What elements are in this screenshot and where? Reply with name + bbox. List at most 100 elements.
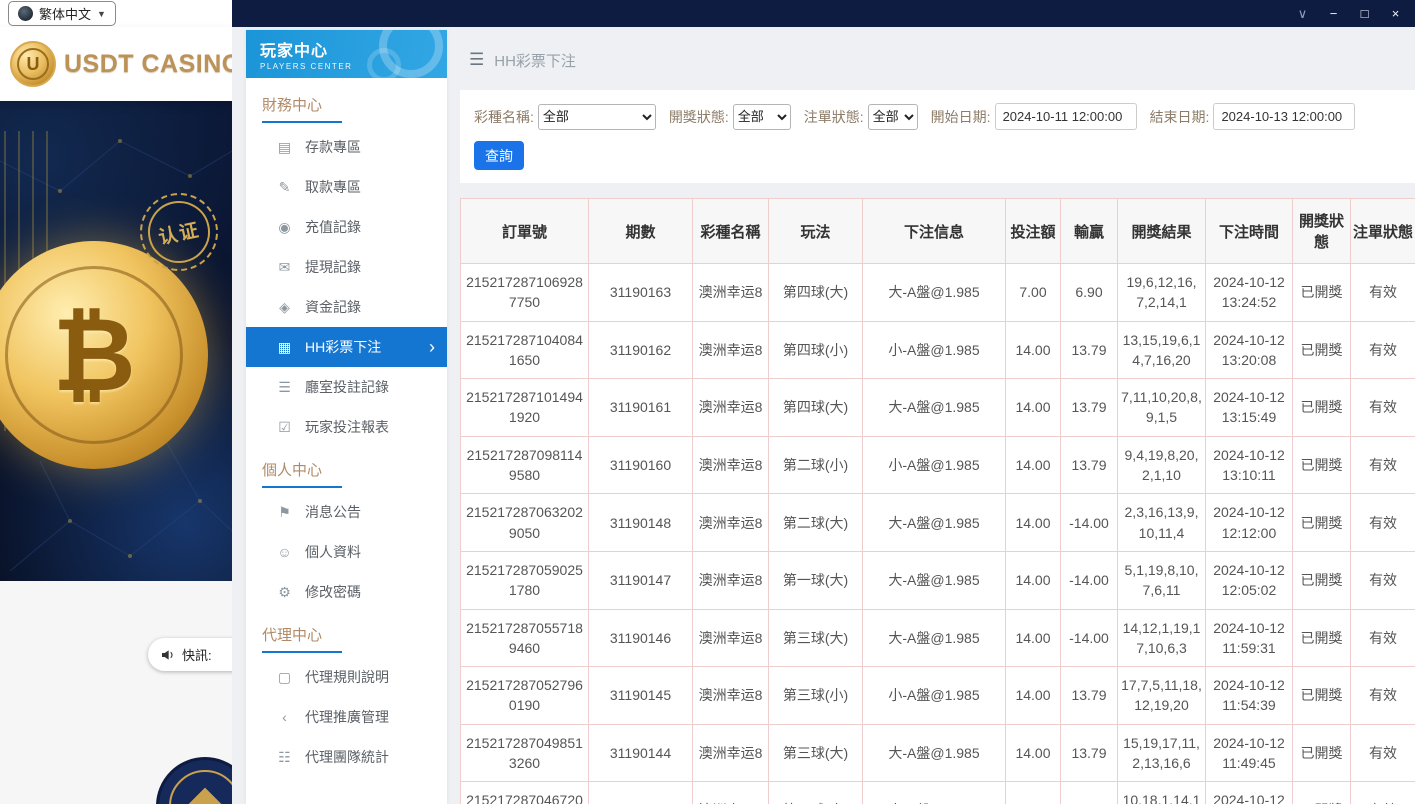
sidebar-item[interactable]: ☺個人資料	[246, 532, 447, 572]
screen: 繁体中文 ▼ U USDT CASINO	[0, 0, 1415, 804]
cell-win-loss: 13.79	[1061, 667, 1118, 725]
room-bet-record-icon: ☰	[276, 379, 293, 396]
cell-order-status: 有效	[1351, 609, 1415, 667]
cell-bet-amount: 14.00	[1006, 494, 1061, 552]
cell-order-status: 有效	[1351, 264, 1415, 322]
cell-draw-result: 19,6,12,16,7,2,14,1	[1118, 264, 1206, 322]
cell-draw-result: 2,3,16,13,9,10,11,4	[1118, 494, 1206, 552]
cell-bet-time: 2024-10-12 13:15:49	[1206, 379, 1293, 437]
caret-down-icon: ▼	[97, 9, 106, 19]
cell-period: 31190148	[589, 494, 693, 552]
window-maximize-icon[interactable]: □	[1349, 0, 1380, 27]
section-title: 代理中心	[246, 612, 447, 649]
cell-bet-info: 大-A盤@1.985	[863, 494, 1006, 552]
deposit-icon: ▤	[276, 139, 293, 156]
sidebar-item[interactable]: ☰廳室投註記錄	[246, 367, 447, 407]
cell-draw-status: 已開獎	[1293, 321, 1351, 379]
sidebar-item[interactable]: ☑玩家投注報表	[246, 407, 447, 447]
hamburger-menu-icon[interactable]: ☰	[469, 50, 484, 70]
lottery-bet-icon: ▦	[276, 339, 293, 356]
cell-period: 31190146	[589, 609, 693, 667]
cell-draw-status: 已開獎	[1293, 494, 1351, 552]
cell-lottery-name: 澳洲幸运8	[693, 782, 769, 804]
cell-period: 31190145	[589, 667, 693, 725]
sidebar-item[interactable]: ◉充值記錄	[246, 207, 447, 247]
password-icon: ⚙	[276, 584, 293, 601]
cell-win-loss: -14.00	[1061, 551, 1118, 609]
cell-period: 31190161	[589, 379, 693, 437]
cell-play-type: 第四球(大)	[769, 264, 863, 322]
lottery-name-select[interactable]: 全部	[538, 104, 656, 130]
table-row: 215217287055718946031190146澳洲幸运8第三球(大)大-…	[461, 609, 1415, 667]
sidebar-item[interactable]: ⚑消息公告	[246, 492, 447, 532]
draw-status-select[interactable]: 全部	[733, 104, 791, 130]
sidebar-item[interactable]: ◈資金記錄	[246, 287, 447, 327]
crest-badge-gem	[187, 788, 224, 804]
cell-bet-info: 大-A盤@1.985	[863, 264, 1006, 322]
table-body: 215217287106928775031190163澳洲幸运8第四球(大)大-…	[461, 264, 1415, 804]
cell-draw-status: 已開獎	[1293, 609, 1351, 667]
cell-lottery-name: 澳洲幸运8	[693, 551, 769, 609]
content-header: ☰ HH彩票下注	[460, 30, 1415, 90]
draw-status-label: 開獎狀態:	[669, 107, 729, 127]
table-row: 215217287052796019031190145澳洲幸运8第三球(小)小-…	[461, 667, 1415, 725]
sidebar-item-label: 代理規則說明	[305, 667, 389, 687]
order-status-select[interactable]: 全部	[868, 104, 918, 130]
cell-win-loss: 13.79	[1061, 782, 1118, 804]
cell-order-no: 2152172871069287750	[461, 264, 589, 322]
cell-win-loss: 13.79	[1061, 436, 1118, 494]
window-collapse-icon[interactable]: ∨	[1287, 0, 1318, 27]
cell-order-status: 有效	[1351, 782, 1415, 804]
column-header-bet-info: 下注信息	[863, 199, 1006, 264]
crest-badge-icon	[156, 757, 232, 804]
search-button[interactable]: 查詢	[474, 141, 524, 170]
cell-play-type: 第三球(小)	[769, 667, 863, 725]
sidebar-item-label: 消息公告	[305, 502, 361, 522]
table-row: 215217287101494192031190161澳洲幸运8第四球(大)大-…	[461, 379, 1415, 437]
brand-header: U USDT CASINO	[0, 27, 232, 101]
cell-bet-info: 小-A盤@1.985	[863, 321, 1006, 379]
sidebar-item[interactable]: ☷代理團隊統計	[246, 737, 447, 777]
news-ticker: 快訊:	[148, 638, 232, 671]
cell-order-status: 有效	[1351, 321, 1415, 379]
usdt-coin-logo-icon: U	[10, 41, 56, 87]
cell-draw-result: 5,1,19,8,10,7,6,11	[1118, 551, 1206, 609]
cell-bet-time: 2024-10-12 13:20:08	[1206, 321, 1293, 379]
column-header-win-loss: 輸贏	[1061, 199, 1118, 264]
cell-lottery-name: 澳洲幸运8	[693, 264, 769, 322]
cell-bet-time: 2024-10-12 13:10:11	[1206, 436, 1293, 494]
section-underline	[262, 121, 342, 123]
table-row: 215217287049851326031190144澳洲幸运8第三球(大)大-…	[461, 724, 1415, 782]
sidebar-item[interactable]: ✎取款專區	[246, 167, 447, 207]
sidebar-item[interactable]: ▦HH彩票下注›	[246, 327, 447, 367]
withdrawal-record-icon: ✉	[276, 259, 293, 276]
table-header-row: 訂單號期數彩種名稱玩法下注信息投注額輸贏開獎結果下注時間開獎狀態注單狀態	[461, 199, 1415, 264]
cell-bet-time: 2024-10-12 11:49:45	[1206, 724, 1293, 782]
cell-draw-status: 已開獎	[1293, 436, 1351, 494]
window-minimize-icon[interactable]: −	[1318, 0, 1349, 27]
end-date-label: 結束日期:	[1150, 107, 1210, 127]
end-date-input[interactable]	[1213, 103, 1355, 130]
sidebar-item[interactable]: ▢代理規則說明	[246, 657, 447, 697]
cell-period: 31190162	[589, 321, 693, 379]
cell-bet-time: 2024-10-12 11:54:39	[1206, 667, 1293, 725]
start-date-input[interactable]	[995, 103, 1137, 130]
sidebar-item[interactable]: ✉提現記錄	[246, 247, 447, 287]
order-status-label: 注單狀態:	[804, 107, 864, 127]
sidebar-subtitle: PLAYERS CENTER	[260, 62, 447, 71]
cell-bet-info: 大-A盤@1.985	[863, 609, 1006, 667]
sidebar-item-label: 取款專區	[305, 177, 361, 197]
sidebar-item[interactable]: ‹代理推廣管理	[246, 697, 447, 737]
language-bar: 繁体中文 ▼	[0, 0, 232, 27]
cell-draw-status: 已開獎	[1293, 551, 1351, 609]
window-close-icon[interactable]: ×	[1380, 0, 1411, 27]
bitcoin-symbol: ₿	[52, 297, 135, 414]
cell-draw-status: 已開獎	[1293, 264, 1351, 322]
column-header-draw-status: 開獎狀態	[1293, 199, 1351, 264]
sidebar-item[interactable]: ▤存款專區	[246, 127, 447, 167]
column-header-order-no: 訂單號	[461, 199, 589, 264]
sidebar-item[interactable]: ⚙修改密碼	[246, 572, 447, 612]
sidebar-item-label: HH彩票下注	[305, 337, 381, 357]
language-selector[interactable]: 繁体中文 ▼	[8, 1, 116, 26]
bets-table: 訂單號期數彩種名稱玩法下注信息投注額輸贏開獎結果下注時間開獎狀態注單狀態 215…	[460, 198, 1415, 804]
